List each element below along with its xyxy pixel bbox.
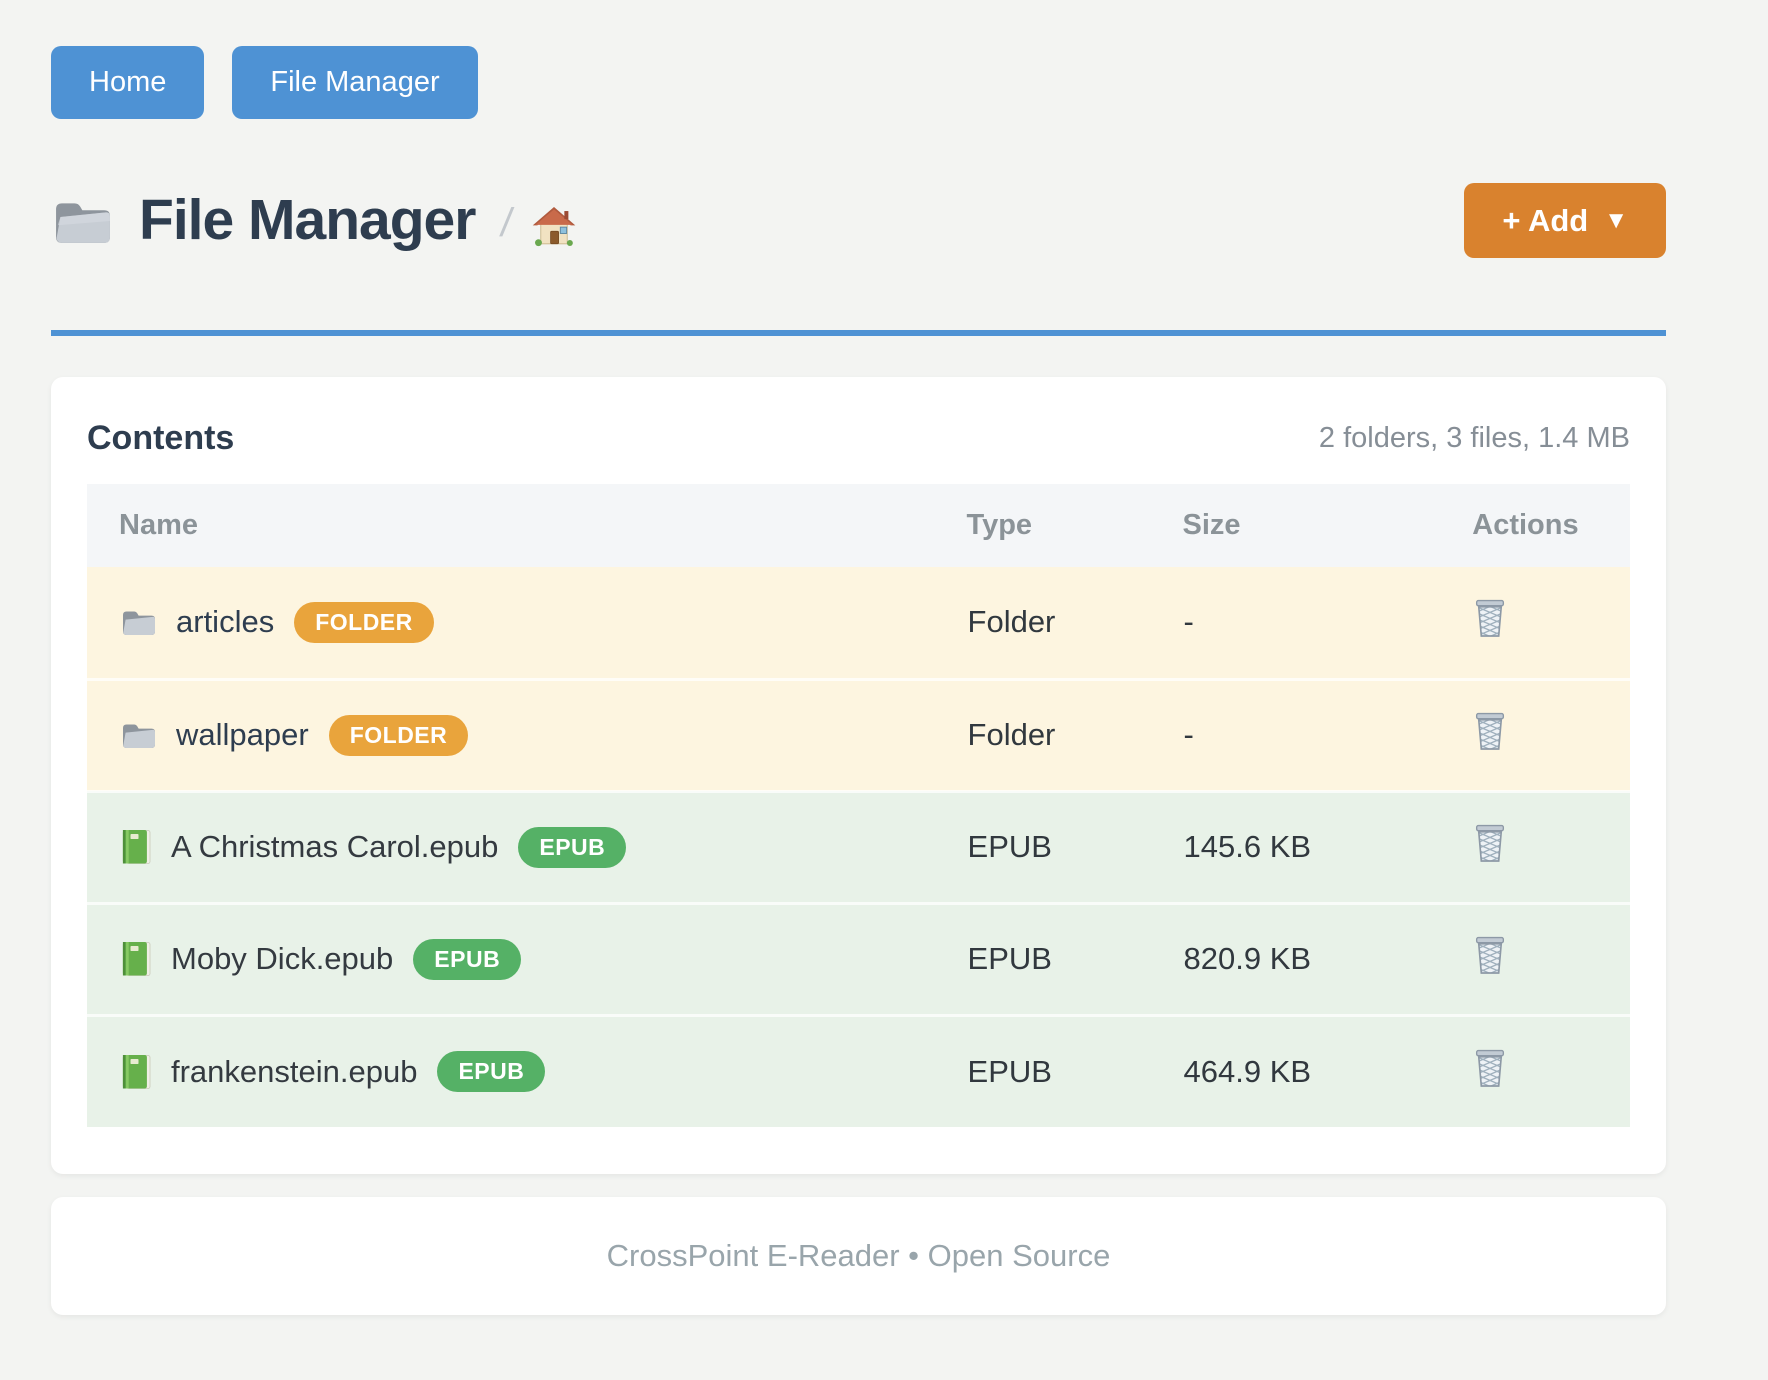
file-table: Name Type Size Actions articles FOLDER: [87, 484, 1630, 1127]
trash-icon: [1472, 822, 1508, 864]
entry-type: Folder: [967, 567, 1183, 679]
chevron-down-icon: ▼: [1604, 209, 1628, 233]
entry-type: EPUB: [967, 791, 1183, 903]
column-header-size: Size: [1183, 484, 1461, 567]
delete-button[interactable]: [1472, 1047, 1508, 1089]
folder-icon: [120, 606, 158, 638]
trash-icon: [1472, 1047, 1508, 1089]
table-header-row: Name Type Size Actions: [87, 484, 1630, 567]
green-book-icon: [120, 828, 153, 866]
entry-name[interactable]: wallpaper: [176, 717, 309, 753]
table-row: wallpaper FOLDER Folder -: [87, 679, 1630, 791]
entry-type-badge: EPUB: [518, 827, 626, 868]
contents-summary: 2 folders, 3 files, 1.4 MB: [1319, 422, 1630, 455]
table-row: frankenstein.epub EPUB EPUB 464.9 KB: [87, 1015, 1630, 1127]
column-header-name: Name: [87, 484, 967, 567]
green-book-icon: [120, 940, 153, 978]
nav-file-manager-button[interactable]: File Manager: [232, 46, 477, 119]
trash-icon: [1472, 934, 1508, 976]
entry-size: 820.9 KB: [1183, 903, 1461, 1015]
table-row: Moby Dick.epub EPUB EPUB 820.9 KB: [87, 903, 1630, 1015]
entry-name[interactable]: Moby Dick.epub: [171, 941, 393, 977]
breadcrumb-separator: /: [498, 201, 515, 246]
column-header-actions: Actions: [1460, 484, 1630, 567]
footer-text: CrossPoint E-Reader • Open Source: [607, 1238, 1111, 1274]
title-divider: [51, 330, 1666, 336]
table-row: A Christmas Carol.epub EPUB EPUB 145.6 K…: [87, 791, 1630, 903]
column-header-type: Type: [967, 484, 1183, 567]
entry-type: EPUB: [967, 1015, 1183, 1127]
entry-size: -: [1183, 679, 1461, 791]
contents-card: Contents 2 folders, 3 files, 1.4 MB Name…: [51, 377, 1666, 1174]
delete-button[interactable]: [1472, 934, 1508, 976]
nav-home-button[interactable]: Home: [51, 46, 204, 119]
contents-card-header: Contents 2 folders, 3 files, 1.4 MB: [87, 419, 1630, 458]
entry-type-badge: EPUB: [413, 939, 521, 980]
page-title: File Manager: [139, 189, 475, 252]
trash-icon: [1472, 597, 1508, 639]
entry-type: EPUB: [967, 903, 1183, 1015]
page-header: File Manager / + Add ▼: [51, 183, 1666, 258]
folder-icon: [51, 194, 115, 248]
page-title-group: File Manager /: [51, 189, 577, 252]
top-nav: Home File Manager: [51, 0, 1666, 119]
add-button[interactable]: + Add ▼: [1464, 183, 1666, 258]
entry-type-badge: EPUB: [437, 1051, 545, 1092]
entry-type-badge: FOLDER: [329, 715, 469, 756]
entry-name[interactable]: A Christmas Carol.epub: [171, 829, 498, 865]
entry-name[interactable]: frankenstein.epub: [171, 1054, 417, 1090]
entry-size: -: [1183, 567, 1461, 679]
file-manager-page: Home File Manager File Manager /: [0, 0, 1768, 1380]
entry-size: 464.9 KB: [1183, 1015, 1461, 1127]
footer: CrossPoint E-Reader • Open Source: [51, 1197, 1666, 1315]
table-row: articles FOLDER Folder -: [87, 567, 1630, 679]
delete-button[interactable]: [1472, 710, 1508, 752]
entry-name[interactable]: articles: [176, 604, 274, 640]
delete-button[interactable]: [1472, 597, 1508, 639]
green-book-icon: [120, 1053, 153, 1091]
entry-size: 145.6 KB: [1183, 791, 1461, 903]
delete-button[interactable]: [1472, 822, 1508, 864]
contents-title: Contents: [87, 419, 234, 458]
home-icon[interactable]: [531, 204, 577, 248]
folder-icon: [120, 719, 158, 751]
entry-type-badge: FOLDER: [294, 602, 434, 643]
trash-icon: [1472, 710, 1508, 752]
add-button-label: + Add: [1502, 205, 1588, 236]
entry-type: Folder: [967, 679, 1183, 791]
